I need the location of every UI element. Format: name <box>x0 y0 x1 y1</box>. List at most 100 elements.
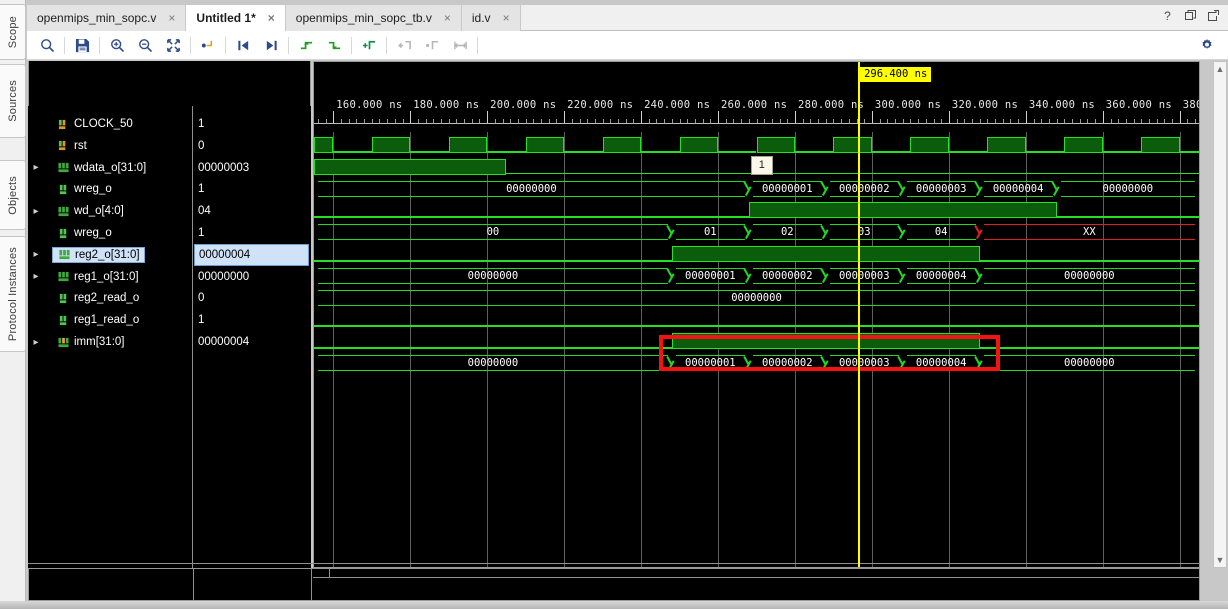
waveform-canvas[interactable]: 160.000 ns 180.000 ns 200.000 ns 220.000 ns… <box>313 61 1200 568</box>
go-to-time-zero-icon[interactable] <box>194 33 222 57</box>
previous-transition-icon[interactable] <box>229 33 257 57</box>
close-icon[interactable]: × <box>442 12 453 24</box>
bus-value-segment: 00000000 <box>983 267 1195 284</box>
bus-value-label: 00000000 <box>1064 269 1115 282</box>
signal-row[interactable]: reg1_read_o <box>28 309 192 331</box>
time-minor-tick <box>402 119 404 123</box>
time-minor-tick <box>340 119 342 123</box>
waveform-row: 00000000 00000001 00000002 00000003 00000004… <box>314 178 1199 200</box>
signal-value-label: 1 <box>198 314 205 327</box>
signal-row[interactable]: ▸ wd_o[4:0] <box>28 200 192 222</box>
signal-value-label: 1 <box>198 183 205 196</box>
signal-row[interactable]: CLOCK_50 <box>28 113 192 135</box>
expand-chevron-icon[interactable]: ▸ <box>28 249 44 260</box>
close-icon[interactable]: × <box>501 12 512 24</box>
expand-chevron-icon[interactable]: ▸ <box>28 337 44 348</box>
add-marker-down-icon[interactable] <box>320 33 348 57</box>
add-marker-up-icon[interactable] <box>292 33 320 57</box>
maximize-icon[interactable] <box>1207 9 1220 22</box>
zoom-in-icon[interactable] <box>103 33 131 57</box>
signal-name-cell[interactable]: wd_o[4:0] <box>52 204 128 218</box>
close-icon[interactable]: × <box>266 12 277 24</box>
toolbar-separator <box>99 36 100 54</box>
save-icon[interactable] <box>68 33 96 57</box>
waveform-row <box>314 134 1199 156</box>
signal-value-cell[interactable]: 00000000 <box>194 266 311 288</box>
signal-row[interactable]: ▸ imm[31:0] <box>28 331 192 353</box>
editor-tab[interactable]: id.v × <box>461 5 521 31</box>
signal-name-cell[interactable]: rst <box>52 139 91 153</box>
bus-value-label: 00000002 <box>838 182 890 195</box>
bus-value-label: 00000001 <box>761 182 813 195</box>
expand-chevron-icon[interactable]: ▸ <box>28 206 44 217</box>
signal-name-cell[interactable]: wdata_o[31:0] <box>52 161 150 175</box>
editor-tab[interactable]: Untitled 1* × <box>186 5 286 31</box>
signal-value-cell[interactable]: 00000003 <box>194 157 311 179</box>
help-icon[interactable]: ? <box>1161 9 1174 23</box>
signal-row[interactable]: wreg_o <box>28 222 192 244</box>
time-minor-tick <box>571 119 573 123</box>
scroll-up-icon[interactable]: ▲ <box>1214 62 1226 76</box>
signal-value-cell[interactable]: 00000004 <box>194 243 309 266</box>
signal-name-cell[interactable]: reg2_o[31:0] <box>52 246 145 263</box>
signal-name-label: reg1_o[31:0] <box>74 270 139 283</box>
editor-tab[interactable]: openmips_min_sopc_tb.v × <box>285 5 462 31</box>
editor-tab[interactable]: openmips_min_sopc.v × <box>27 5 187 31</box>
time-minor-tick <box>679 119 681 123</box>
time-cursor[interactable] <box>858 62 861 567</box>
gear-icon[interactable] <box>1200 38 1214 55</box>
vertical-tab-scope[interactable]: Scope <box>0 4 26 60</box>
signal-value-cell[interactable]: 1 <box>194 178 311 200</box>
restore-icon[interactable] <box>1184 9 1197 22</box>
expand-chevron-icon[interactable]: ▸ <box>28 271 44 282</box>
signal-high-level <box>602 137 642 153</box>
signal-value-cell[interactable]: 1 <box>194 222 311 244</box>
time-minor-tick <box>317 119 319 123</box>
time-minor-tick <box>1133 119 1135 123</box>
signal-row[interactable]: ▸ reg2_o[31:0] <box>28 244 192 266</box>
signal-row[interactable]: rst <box>28 135 192 157</box>
time-minor-tick <box>956 119 958 123</box>
signal-name-cell[interactable]: reg2_read_o <box>52 291 143 305</box>
signal-row[interactable]: ▸ wdata_o[31:0] <box>28 157 192 179</box>
signal-name-cell[interactable]: imm[31:0] <box>52 335 129 349</box>
time-minor-tick <box>702 119 704 123</box>
signal-value-cell[interactable]: 1 <box>194 309 311 331</box>
vertical-tab-objects[interactable]: Objects <box>0 160 26 230</box>
signal-value-cell[interactable]: 0 <box>194 287 311 309</box>
bus-value-segment: 00000000 <box>318 355 668 371</box>
signal-name-cell[interactable]: reg1_read_o <box>52 313 143 327</box>
time-minor-tick <box>725 119 727 123</box>
signal-row[interactable]: reg2_read_o <box>28 287 192 309</box>
time-tick <box>1179 111 1181 123</box>
scroll-down-icon[interactable]: ▼ <box>1214 553 1226 567</box>
time-ruler[interactable]: 160.000 ns 180.000 ns 200.000 ns 220.000 ns… <box>314 62 1199 132</box>
signal-row[interactable]: wreg_o <box>28 178 192 200</box>
add-divider-icon[interactable] <box>355 33 383 57</box>
expand-chevron-icon[interactable]: ▸ <box>28 162 44 173</box>
signal-row[interactable]: ▸ reg1_o[31:0] <box>28 266 192 288</box>
bus-value-segment: 00000001 <box>675 267 745 284</box>
time-minor-tick <box>787 119 789 123</box>
signal-value-cell[interactable]: 1 <box>194 113 311 135</box>
vertical-tab-sources[interactable]: Sources <box>0 64 26 138</box>
time-minor-tick <box>1172 119 1174 123</box>
vertical-scrollbar[interactable]: ▲ ▼ <box>1213 61 1227 568</box>
next-transition-icon[interactable] <box>257 33 285 57</box>
signal-value-cell[interactable]: 0 <box>194 135 311 157</box>
time-tick <box>1025 111 1027 123</box>
signal-value-cell[interactable]: 04 <box>194 200 311 222</box>
signal-name-cell[interactable]: reg1_o[31:0] <box>52 270 143 284</box>
time-minor-tick <box>464 119 466 123</box>
signal-value-label: 00000004 <box>198 336 250 348</box>
signal-name-cell[interactable]: CLOCK_50 <box>52 117 137 131</box>
zoom-out-icon[interactable] <box>131 33 159 57</box>
signal-name-cell[interactable]: wreg_o <box>52 226 116 240</box>
signal-name-label: wd_o[4:0] <box>74 205 124 218</box>
signal-name-cell[interactable]: wreg_o <box>52 182 116 196</box>
signal-value-cell[interactable]: 00000004 <box>194 331 311 353</box>
zoom-fit-icon[interactable] <box>159 33 187 57</box>
close-icon[interactable]: × <box>166 12 177 24</box>
search-icon[interactable] <box>33 33 61 57</box>
vertical-tab-protocol-instances[interactable]: Protocol Instances <box>0 236 26 352</box>
